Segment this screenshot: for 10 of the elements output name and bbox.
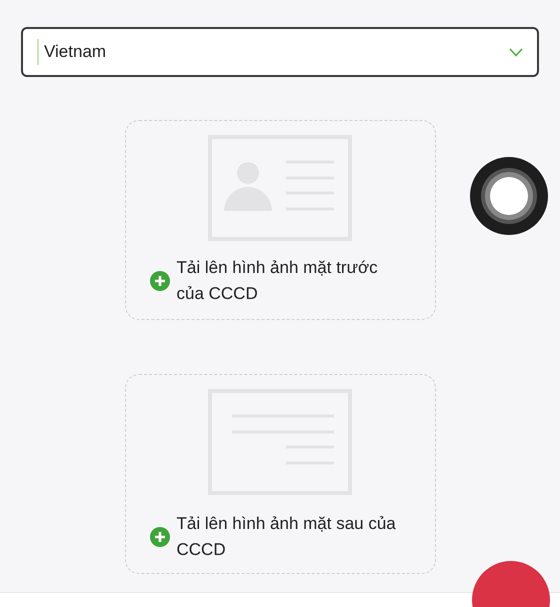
country-select[interactable]: Vietnam: [21, 27, 539, 77]
upload-card[interactable]: Tải lên hình ảnh mặt trước của CCCD: [124, 120, 436, 320]
upload-label: Tải lên hình ảnh mặt sau của CCCD: [176, 513, 397, 561]
text-cursor: [37, 39, 39, 65]
plus-icon: [150, 527, 170, 547]
chevron-down-icon: [509, 48, 523, 56]
upload-label: Tải lên hình ảnh mặt trước của CCCD: [176, 257, 379, 305]
ring-icon: [480, 167, 538, 225]
plus-icon: [150, 271, 170, 291]
upload-card[interactable]: Tải lên hình ảnh mặt sau của CCCD: [124, 374, 436, 574]
